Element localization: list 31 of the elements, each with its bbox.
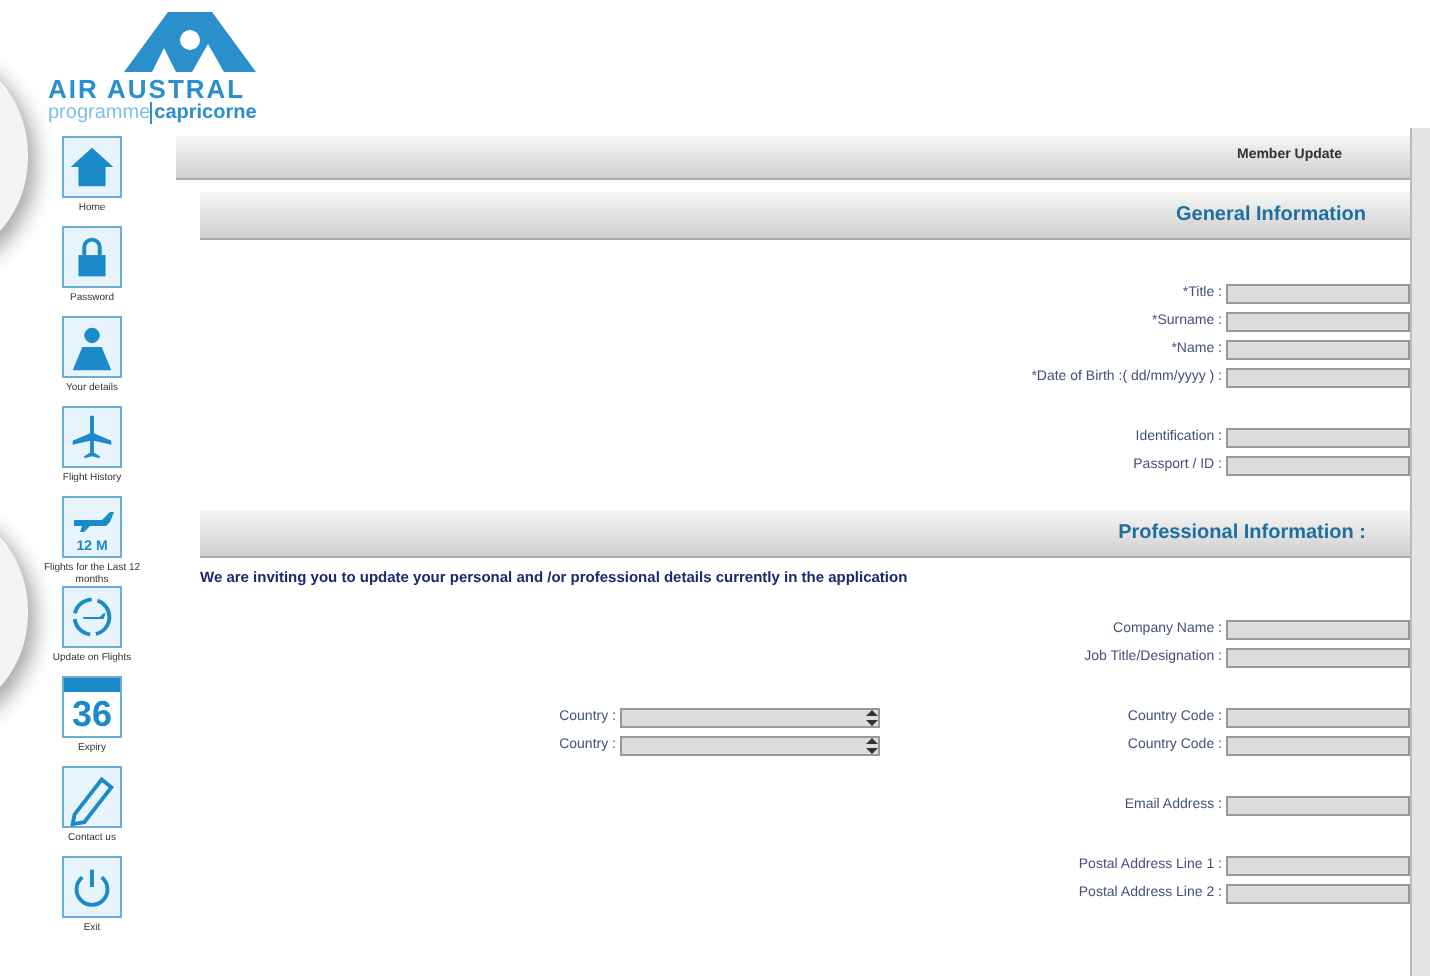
power-icon[interactable] [62,856,122,918]
input-field[interactable] [1226,311,1410,331]
calendar-icon[interactable]: 36 [62,676,122,738]
logo-icon [120,8,260,76]
dropdown-arrow-icon [866,737,878,754]
program-label: programme [48,102,151,124]
input-field[interactable] [1226,855,1410,876]
person-icon[interactable] [62,316,122,378]
plane-icon[interactable] [62,586,122,648]
plane-icon[interactable] [62,406,122,468]
input-field[interactable] [1226,619,1410,640]
input-field[interactable] [1226,795,1410,816]
input-field[interactable] [1226,707,1410,728]
pencil-icon[interactable] [62,766,122,828]
home-icon[interactable] [62,136,122,198]
input-field[interactable] [1226,367,1410,387]
input-field[interactable] [1226,339,1410,359]
lock-icon[interactable] [62,226,122,288]
section-header: Professional Information : [200,510,1410,558]
input-field[interactable] [1226,283,1410,303]
input-field[interactable] [1226,427,1410,447]
dropdown[interactable] [620,735,880,756]
section-header: General Information [200,192,1410,240]
input-field[interactable] [1226,455,1410,475]
program-name: capricorne [150,102,257,124]
input-field[interactable] [1226,883,1410,904]
dropdown-arrow-icon [866,709,878,726]
input-field[interactable] [1226,647,1410,668]
input-field[interactable] [1226,735,1410,756]
dropdown[interactable] [620,707,880,728]
brand-name: AIR AUSTRAL [48,76,246,102]
